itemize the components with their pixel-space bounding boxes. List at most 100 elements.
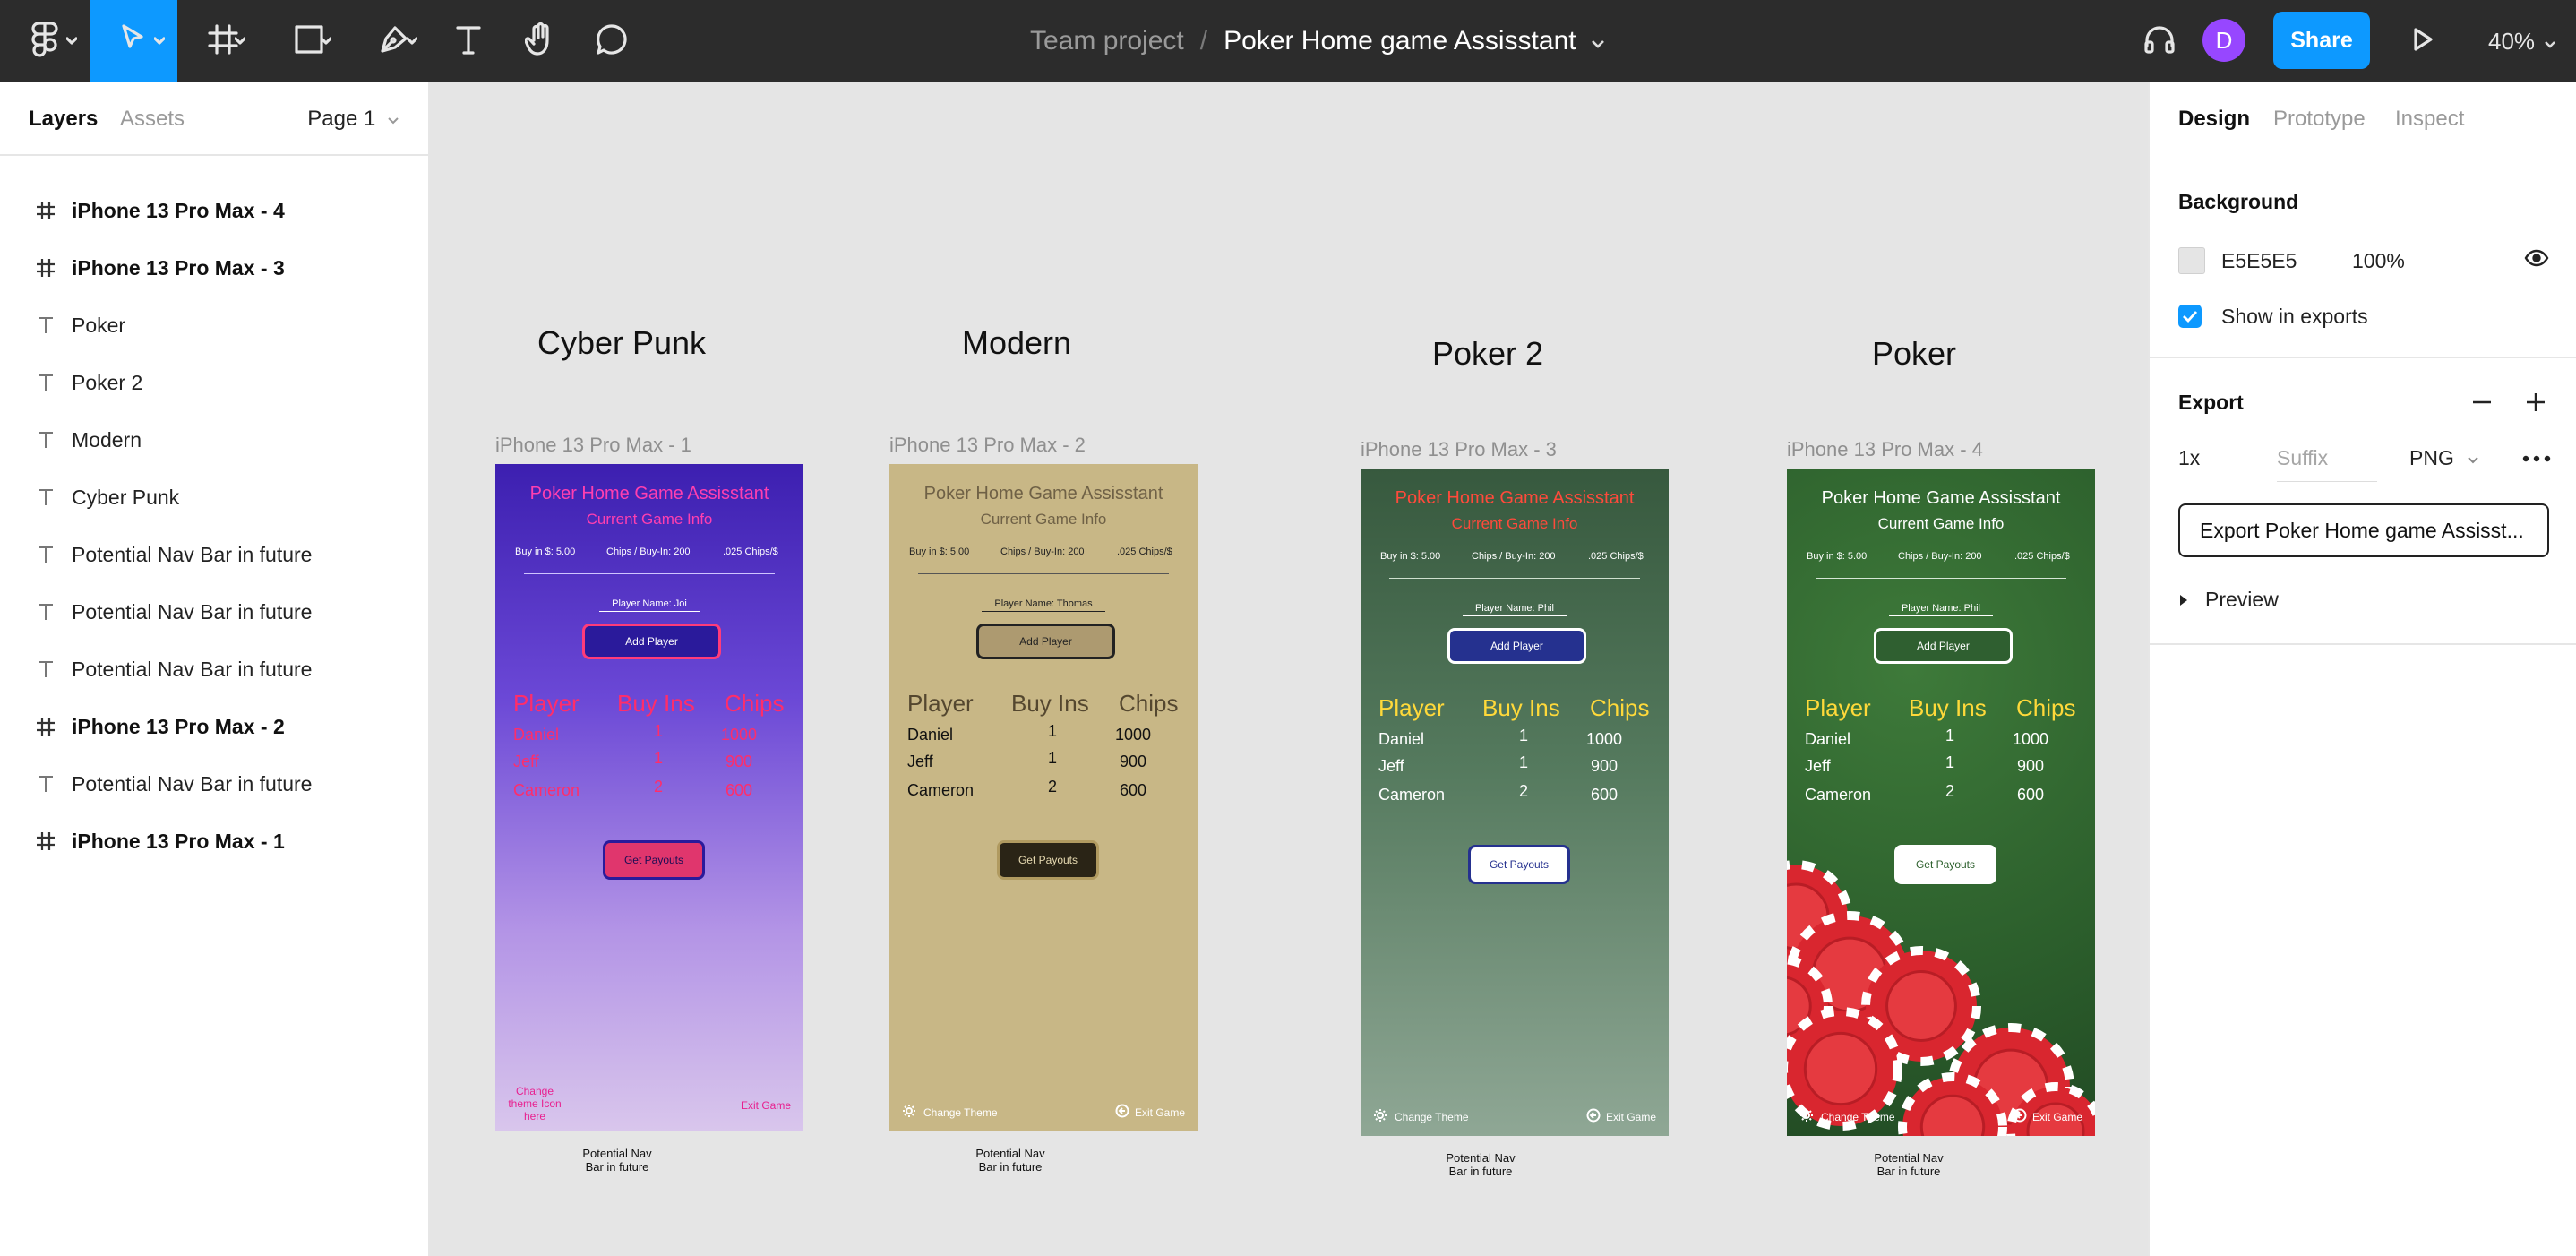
player-name-field[interactable]: Player Name: Joi	[495, 598, 803, 612]
breadcrumb-team[interactable]: Team project	[1030, 26, 1184, 56]
main-menu-button[interactable]	[0, 0, 90, 82]
tab-design[interactable]: Design	[2178, 107, 2250, 132]
layers-panel-tabs: Layers Assets Page 1	[0, 82, 428, 156]
phone-frame[interactable]: Poker Home Game Assisstant Current Game I…	[889, 464, 1198, 1131]
export-suffix-input[interactable]: Suffix	[2277, 446, 2377, 482]
tab-inspect[interactable]: Inspect	[2395, 107, 2464, 132]
text-layer-icon	[32, 430, 59, 450]
export-button[interactable]: Export Poker Home game Assisst...	[2178, 503, 2549, 557]
buy-in-info: Buy in $: 5.00	[515, 546, 576, 557]
avatar[interactable]: D	[2202, 19, 2245, 62]
chevron-down-icon	[406, 34, 418, 50]
text-tool-button[interactable]	[446, 0, 491, 82]
text-layer-icon	[32, 315, 59, 335]
exit-game-label: Exit Game	[2031, 1110, 2082, 1123]
table-header: Buy Ins	[1909, 694, 1987, 721]
change-theme-nav[interactable]: Change Theme	[902, 1104, 998, 1121]
gear-icon	[1799, 1108, 1814, 1125]
file-name[interactable]: Poker Home game Assisstant	[1224, 26, 1576, 56]
frame-label[interactable]: iPhone 13 Pro Max - 4	[1787, 438, 1983, 461]
chevron-down-icon	[153, 34, 166, 50]
layer-item[interactable]: iPhone 13 Pro Max - 3	[0, 239, 428, 297]
layer-item[interactable]: Potential Nav Bar in future	[0, 583, 428, 641]
table-cell: 1	[653, 722, 663, 740]
tab-assets[interactable]: Assets	[120, 107, 185, 132]
player-name-field[interactable]: Player Name: Phil	[1787, 603, 2095, 616]
tab-prototype[interactable]: Prototype	[2273, 107, 2366, 132]
show-in-exports-checkbox[interactable]	[2178, 305, 2202, 328]
add-export-icon[interactable]	[2524, 391, 2547, 418]
preview-toggle[interactable]: Preview	[2178, 588, 2279, 612]
chevron-down-icon	[2544, 28, 2556, 56]
eye-icon[interactable]	[2524, 249, 2549, 271]
zoom-dropdown[interactable]: 40%	[2488, 0, 2556, 82]
background-opacity[interactable]: 100%	[2352, 249, 2405, 273]
layer-item[interactable]: iPhone 13 Pro Max - 2	[0, 698, 428, 755]
figma-logo-icon	[31, 21, 58, 62]
background-hex[interactable]: E5E5E5	[2221, 249, 2297, 273]
change-theme-nav[interactable]: Change Theme	[1799, 1108, 1895, 1125]
table-cell: Cameron	[1378, 786, 1446, 804]
player-name-field[interactable]: Player Name: Thomas	[889, 598, 1198, 612]
phone-frame[interactable]: Poker Home Game Assisstant Current Game I…	[1787, 469, 2095, 1136]
get-payouts-button[interactable]: Get Payouts	[603, 840, 705, 880]
pen-tool-button[interactable]	[358, 0, 430, 82]
audio-headphones-button[interactable]	[2137, 0, 2182, 82]
export-scale[interactable]: 1x	[2178, 446, 2200, 470]
layer-item[interactable]: Potential Nav Bar in future	[0, 641, 428, 698]
exit-game-nav[interactable]: Exit Game	[2013, 1108, 2082, 1125]
table-header: Player	[907, 690, 974, 717]
frame-label[interactable]: iPhone 13 Pro Max - 2	[889, 434, 1086, 457]
layer-label: Potential Nav Bar in future	[72, 542, 313, 566]
table-cell: 2	[1047, 778, 1057, 796]
layer-item[interactable]: iPhone 13 Pro Max - 4	[0, 182, 428, 239]
phone-frame[interactable]: Poker Home Game Assisstant Current Game I…	[495, 464, 803, 1131]
export-format-select[interactable]: PNG	[2409, 446, 2479, 470]
add-player-button[interactable]: Add Player	[1447, 628, 1586, 664]
change-theme-nav[interactable]: Change theme Icon here	[508, 1085, 562, 1123]
exit-game-nav[interactable]: Exit Game	[741, 1099, 791, 1112]
frame-label[interactable]: iPhone 13 Pro Max - 3	[1361, 438, 1557, 461]
layer-item[interactable]: Poker 2	[0, 354, 428, 411]
page-selector[interactable]: Page 1	[307, 107, 399, 132]
layer-item[interactable]: Poker	[0, 297, 428, 354]
tab-layers[interactable]: Layers	[29, 107, 98, 132]
comment-tool-button[interactable]	[589, 0, 634, 82]
frame-tool-button[interactable]	[188, 0, 258, 82]
share-button[interactable]: Share	[2273, 12, 2370, 69]
change-theme-label: Change theme Icon here	[508, 1085, 562, 1123]
chevron-down-icon	[2468, 457, 2478, 464]
add-player-button[interactable]: Add Player	[976, 624, 1115, 659]
canvas[interactable]: Cyber Punk iPhone 13 Pro Max - 1 Poker Hom…	[431, 82, 2148, 1256]
chevron-down-icon[interactable]	[1591, 26, 1605, 56]
table-cell: Daniel	[1805, 730, 1851, 748]
hand-tool-button[interactable]	[518, 0, 562, 82]
background-color-swatch[interactable]	[2178, 247, 2205, 274]
table-cell: 2	[1518, 782, 1528, 800]
get-payouts-button[interactable]: Get Payouts	[1894, 845, 1996, 884]
change-theme-nav[interactable]: Change Theme	[1373, 1108, 1469, 1125]
buy-in-info: Buy in $: 5.00	[1807, 551, 1868, 562]
app-subtitle: Current Game Info	[586, 511, 713, 528]
get-payouts-button[interactable]: Get Payouts	[997, 840, 1099, 880]
frame-label[interactable]: iPhone 13 Pro Max - 1	[495, 434, 691, 457]
theme-section-title: Poker 2	[1431, 335, 1544, 372]
player-name-field[interactable]: Player Name: Phil	[1361, 603, 1669, 616]
add-player-button[interactable]: Add Player	[1874, 628, 2013, 664]
exit-game-nav[interactable]: Exit Game	[1586, 1108, 1656, 1125]
layer-item[interactable]: Potential Nav Bar in future	[0, 755, 428, 813]
layer-item[interactable]: iPhone 13 Pro Max - 1	[0, 813, 428, 870]
get-payouts-button[interactable]: Get Payouts	[1468, 845, 1570, 884]
shape-tool-button[interactable]	[274, 0, 344, 82]
remove-export-icon[interactable]	[2470, 391, 2494, 418]
present-button[interactable]	[2400, 0, 2445, 82]
layer-item[interactable]: Modern	[0, 411, 428, 469]
phone-frame[interactable]: Poker Home Game Assisstant Current Game I…	[1361, 469, 1669, 1136]
layer-item[interactable]: Potential Nav Bar in future	[0, 526, 428, 583]
add-player-button[interactable]: Add Player	[582, 624, 721, 659]
exit-game-nav[interactable]: Exit Game	[1115, 1104, 1185, 1121]
move-tool-button[interactable]	[90, 0, 177, 82]
more-options-icon[interactable]	[2522, 452, 2551, 468]
layer-item[interactable]: Cyber Punk	[0, 469, 428, 526]
layer-label: iPhone 13 Pro Max - 2	[72, 714, 285, 738]
